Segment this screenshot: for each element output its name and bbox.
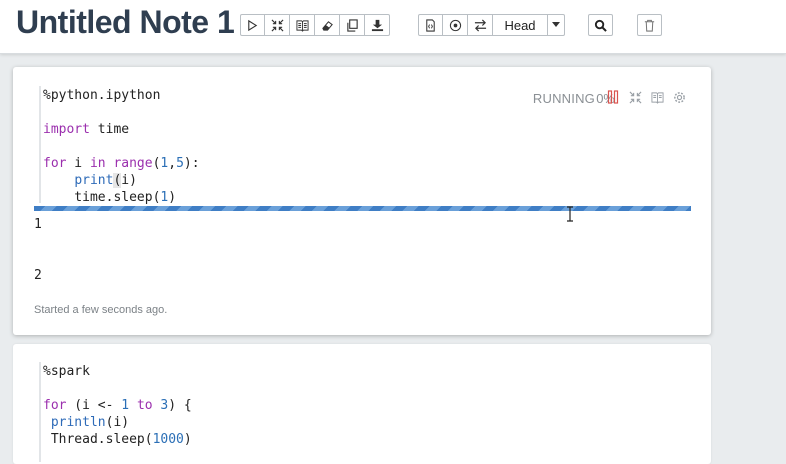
output-line: 1 <box>34 217 42 232</box>
commit-button[interactable] <box>443 14 468 36</box>
note-title[interactable]: Untitled Note 1 <box>16 4 235 41</box>
code-line: time.sleep(1) <box>43 190 177 205</box>
revision-select[interactable]: Head <box>493 14 565 36</box>
code-gutter <box>39 86 41 203</box>
trash-icon <box>644 19 655 32</box>
clear-output-button[interactable] <box>315 14 340 36</box>
revision-select-label: Head <box>504 17 536 33</box>
code-gutter <box>39 362 41 462</box>
trash-group <box>637 14 662 36</box>
book-icon[interactable] <box>649 89 665 105</box>
code-line: %spark <box>43 364 90 379</box>
collapse-arrows-icon <box>271 19 283 31</box>
set-revision-button[interactable] <box>468 14 493 36</box>
book-icon <box>295 19 309 32</box>
collapse-arrows-icon[interactable] <box>627 89 643 105</box>
move-to-trash-button[interactable] <box>637 14 662 36</box>
clone-note-button[interactable] <box>340 14 365 36</box>
output-line: 2 <box>34 268 42 283</box>
code-editor[interactable]: %python.ipython import time for i in ran… <box>43 87 200 206</box>
code-line: Thread.sleep(1000) <box>43 432 192 447</box>
copy-icon <box>346 18 358 32</box>
toggle-code-button[interactable] <box>265 14 290 36</box>
note-header: Untitled Note 1 Head <box>0 0 786 54</box>
version-control-button[interactable] <box>418 14 443 36</box>
eraser-icon <box>321 20 333 31</box>
paragraph-progress-bar <box>34 206 691 211</box>
code-line: print(i) <box>74 173 137 188</box>
run-all-button[interactable] <box>240 14 265 36</box>
note-actions-group <box>240 14 390 36</box>
pause-icon[interactable] <box>605 89 621 105</box>
paragraph-1[interactable]: %python.ipython import time for i in ran… <box>13 67 711 335</box>
paragraph-status: RUNNING <box>532 91 595 106</box>
code-editor[interactable]: %spark for (i <- 1 to 3) { println(i) Th… <box>43 363 192 448</box>
code-line: println(i) <box>50 415 130 430</box>
commit-icon <box>449 19 461 31</box>
gear-icon[interactable] <box>671 89 687 105</box>
toggle-output-button[interactable] <box>290 14 315 36</box>
search-button[interactable] <box>588 14 613 36</box>
chevron-down-icon[interactable] <box>547 15 564 35</box>
search-group <box>588 14 613 36</box>
text-cursor-icon <box>567 206 573 222</box>
play-icon <box>248 19 258 31</box>
paragraph-started-time: Started a few seconds ago. <box>34 304 168 316</box>
code-line: for i in range(1,5): <box>43 156 200 171</box>
exchange-icon <box>474 19 486 31</box>
export-note-button[interactable] <box>365 14 390 36</box>
code-line: %python.ipython <box>43 88 161 103</box>
download-icon <box>371 19 383 31</box>
paragraph-controls <box>605 89 687 105</box>
version-control-group: Head <box>418 14 565 36</box>
code-line: for (i <- 1 to 3) { <box>43 398 192 413</box>
file-code-icon <box>426 18 435 32</box>
code-line: import time <box>43 122 130 137</box>
paragraph-2[interactable]: %spark for (i <- 1 to 3) { println(i) Th… <box>13 344 711 464</box>
search-icon <box>594 19 607 32</box>
